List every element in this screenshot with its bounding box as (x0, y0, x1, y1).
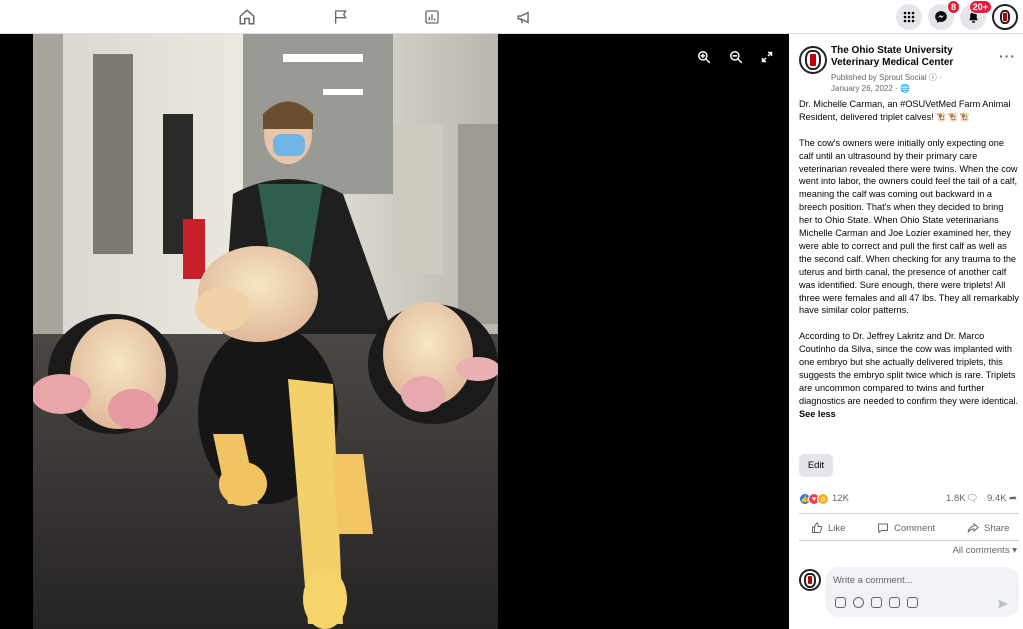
wow-reaction-icon[interactable]: o (817, 493, 829, 505)
post-paragraph: Dr. Michelle Carman, an #OSUVetMed Farm … (799, 99, 1011, 122)
send-icon[interactable] (997, 597, 1009, 615)
globe-icon: 🌐 (899, 84, 910, 93)
notifications-badge: 20+ (968, 0, 992, 14)
commenter-avatar[interactable] (799, 569, 821, 591)
published-by[interactable]: Published by Sprout Social (831, 73, 927, 82)
post-paragraph: The cow's owners were initially only exp… (799, 137, 1019, 316)
menu-grid-icon[interactable] (896, 4, 922, 30)
more-options-icon[interactable]: ··· (999, 48, 1016, 64)
post-date[interactable]: January 26, 2022 (831, 84, 893, 93)
all-comments-label: All comments (952, 545, 1010, 556)
photo-viewer (0, 34, 789, 629)
comment-count[interactable]: 1.8K (946, 493, 966, 504)
messenger-button[interactable]: 8 (928, 0, 960, 30)
edit-button[interactable]: Edit (799, 454, 833, 477)
info-icon[interactable]: ⓘ (929, 73, 937, 82)
caret-down-icon: ▾ (1012, 545, 1017, 556)
reaction-count[interactable]: 12K (832, 493, 849, 504)
reactions-bar: 👍 ♥ o 12K 1.8K 🗨 9.4K ➦ (799, 493, 1021, 507)
divider (799, 540, 1019, 541)
comment-tools (835, 597, 918, 608)
osu-logo-icon (1000, 10, 1010, 24)
post-paragraph: According to Dr. Jeffrey Lakritz and Dr.… (799, 331, 1019, 406)
zoom-out-icon[interactable] (729, 50, 747, 68)
flag-icon[interactable] (329, 5, 353, 29)
top-navigation-bar: 8 20+ (0, 0, 1023, 34)
post-photo[interactable] (33, 34, 498, 629)
camera-icon[interactable] (871, 597, 882, 608)
comment-placeholder: Write a comment... (833, 575, 913, 586)
avatar-sticker-icon[interactable] (835, 597, 846, 608)
share-count[interactable]: 9.4K (987, 493, 1007, 504)
comment-input[interactable]: Write a comment... (825, 567, 1019, 617)
share-arrow-icon: ➦ (1009, 493, 1017, 504)
notifications-button[interactable]: 20+ (960, 0, 992, 30)
see-less-link[interactable]: See less (799, 409, 836, 419)
profile-avatar[interactable] (992, 4, 1018, 30)
page-avatar[interactable] (799, 46, 827, 74)
comment-icon (878, 523, 888, 534)
post-meta: Published by Sprout Social ⓘ · January 2… (831, 73, 942, 93)
share-button[interactable]: Share (967, 520, 1009, 536)
all-comments-dropdown[interactable]: All comments ▾ (953, 545, 1017, 556)
chart-icon[interactable] (420, 5, 444, 29)
thumbs-up-icon (812, 522, 823, 533)
messenger-badge: 8 (946, 0, 960, 14)
post-details-panel: The Ohio State University Veterinary Med… (789, 34, 1023, 629)
osu-logo-icon (805, 50, 821, 70)
zoom-in-icon[interactable] (697, 50, 715, 68)
share-icon (967, 522, 979, 533)
megaphone-icon[interactable] (512, 5, 536, 29)
like-button[interactable]: Like (811, 520, 845, 536)
sticker-icon[interactable] (907, 597, 918, 608)
like-label: Like (828, 522, 846, 534)
share-label: Share (984, 522, 1010, 534)
emoji-icon[interactable] (853, 597, 864, 608)
gif-icon[interactable] (889, 597, 900, 608)
page-name-link[interactable]: The Ohio State University Veterinary Med… (831, 45, 981, 69)
comment-button[interactable]: Comment (877, 520, 935, 536)
home-icon[interactable] (235, 5, 259, 29)
messenger-icon (935, 11, 947, 23)
osu-logo-icon (804, 572, 816, 588)
comment-label: Comment (894, 522, 936, 534)
fullscreen-icon[interactable] (761, 50, 779, 68)
divider (799, 513, 1019, 514)
post-text: Dr. Michelle Carman, an #OSUVetMed Farm … (799, 98, 1019, 434)
comment-bubble-icon: 🗨 (966, 493, 979, 504)
